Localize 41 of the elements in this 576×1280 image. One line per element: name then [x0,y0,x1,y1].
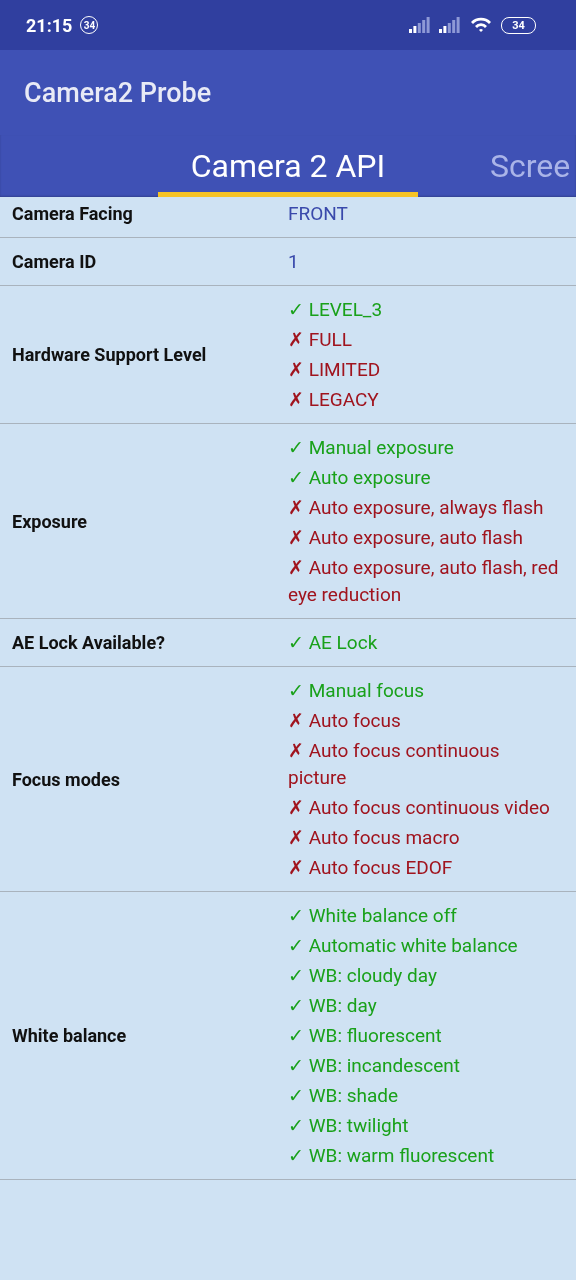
capability-item: ✓ Manual focus [288,678,425,704]
capability-item: ✓ WB: fluorescent [288,1023,443,1049]
capability-item: ✓ WB: twilight [288,1113,410,1139]
capability-item: ✓ LEVEL_3 [288,297,384,323]
capability-item: ✗ Auto focus macro [288,825,461,851]
capability-item: ✗ Auto exposure, always flash [288,495,545,521]
signal-icon [439,17,461,33]
capability-item: ✓ Manual exposure [288,435,455,461]
capability-item: ✗ Auto exposure, auto flash, red eye reduction [288,555,560,608]
capability-item: ✓ White balance off [288,903,458,929]
property-label: Camera Facing [11,203,134,224]
capability-item: ✓ WB: shade [288,1083,400,1109]
property-label: Focus modes [11,768,121,790]
capability-item: ✗ Auto focus continuous picture [288,738,501,791]
capability-item: ✗ Auto exposure, auto flash [288,525,524,551]
property-value: 1 [288,249,300,275]
signal-icon [409,17,431,33]
capability-item: ✓ WB: warm fluorescent [288,1143,496,1169]
property-label: Hardware Support Level [11,344,208,365]
capability-item: ✓ AE Lock [288,630,379,656]
capability-item: ✗ FULL [288,327,353,353]
capability-item: ✓ WB: day [288,993,378,1019]
capability-item: ✓ Auto exposure [288,465,432,491]
capability-item: ✗ LIMITED [288,357,382,383]
capability-item: ✗ LEGACY [288,387,380,413]
property-label: White balance [11,1025,128,1046]
property-label: Exposure [11,510,89,532]
capability-item: ✗ Auto focus EDOF [288,855,454,881]
tab[interactable]: Camera 2 API [158,135,418,197]
app-title: Camera2 Probe [24,76,212,109]
property-label: Camera ID [11,251,98,272]
capability-item: ✓ WB: incandescent [288,1053,461,1079]
capability-item: ✗ Auto focus [288,708,402,734]
capability-item: ✓ Automatic white balance [288,933,519,959]
property-value: FRONT [288,201,349,227]
battery-indicator: 34 [501,16,536,34]
wifi-icon [469,16,493,34]
capability-item: ✗ Auto focus continuous video [288,795,551,821]
capability-item: ✓ WB: cloudy day [288,963,438,989]
clock: 21:15 [26,14,73,36]
property-label: AE Lock Available? [11,632,167,653]
